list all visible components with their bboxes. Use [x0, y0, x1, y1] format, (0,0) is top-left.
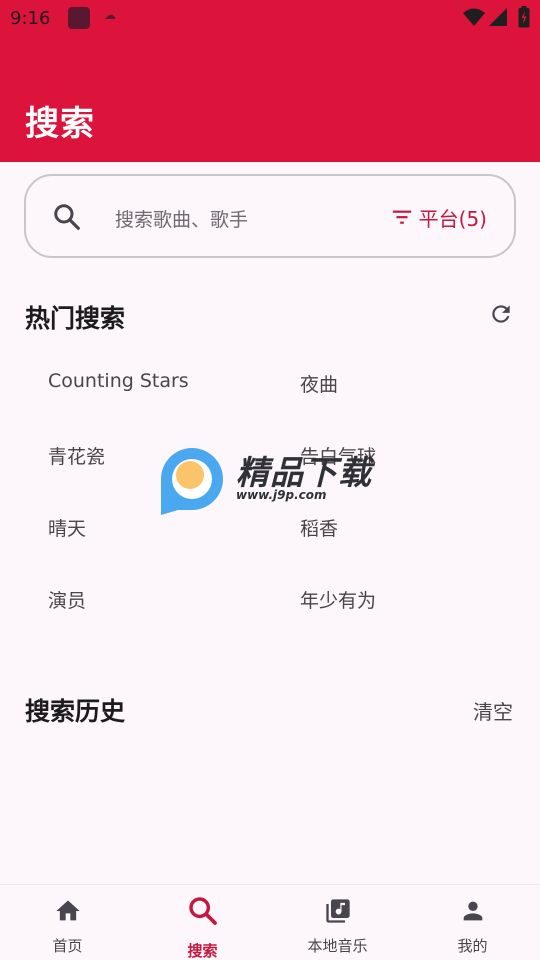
- cloud-icon: ☁: [104, 8, 116, 22]
- battery-icon: [518, 6, 530, 28]
- nav-profile[interactable]: 我的: [405, 885, 540, 960]
- search-input[interactable]: 搜索歌曲、歌手 平台(5): [24, 174, 516, 258]
- hot-search-item[interactable]: 青花瓷: [48, 442, 105, 469]
- status-time: 9:16: [10, 8, 51, 29]
- home-icon: [56, 900, 80, 921]
- search-history-title: 搜索历史: [25, 697, 126, 726]
- nav-home-label: 首页: [52, 937, 83, 955]
- filter-icon: [392, 210, 411, 224]
- wifi-icon: [463, 8, 485, 26]
- platform-filter-label: 平台(5): [418, 206, 487, 231]
- search-placeholder: 搜索歌曲、歌手: [115, 209, 249, 231]
- clear-history-button[interactable]: 清空: [473, 696, 513, 725]
- platform-filter-button[interactable]: 平台(5): [391, 203, 487, 231]
- nav-local-music[interactable]: 本地音乐: [270, 885, 405, 960]
- watermark-url: www.j9p.com: [236, 488, 327, 502]
- hot-search-title: 热门搜索: [25, 304, 126, 333]
- app-notification-icon: [68, 7, 90, 29]
- status-bar: 9:16 ☁: [0, 0, 540, 38]
- search-icon: [189, 897, 217, 925]
- nav-profile-label: 我的: [457, 937, 488, 955]
- bottom-navigation: 首页 搜索 本地音乐 我的: [0, 884, 540, 960]
- library-music-icon: [326, 899, 350, 923]
- signal-icon: [489, 8, 507, 26]
- refresh-icon[interactable]: [488, 301, 514, 327]
- watermark-logo-icon: [161, 448, 223, 515]
- nav-search[interactable]: 搜索: [135, 885, 270, 960]
- search-icon: [54, 204, 80, 230]
- nav-search-label: 搜索: [187, 942, 218, 960]
- hot-search-item[interactable]: 年少有为: [300, 586, 376, 613]
- nav-home[interactable]: 首页: [0, 885, 135, 960]
- person-icon: [463, 901, 483, 921]
- hot-search-item[interactable]: 晴天: [48, 514, 86, 541]
- nav-local-music-label: 本地音乐: [307, 937, 368, 955]
- page-title: 搜索: [25, 104, 95, 144]
- watermark: 精品下载 www.j9p.com: [156, 440, 390, 520]
- hot-search-item[interactable]: 夜曲: [300, 370, 338, 397]
- watermark-text: 精品下载: [236, 453, 372, 492]
- hot-search-item[interactable]: 演员: [48, 586, 86, 613]
- hot-search-item[interactable]: Counting Stars: [48, 370, 189, 392]
